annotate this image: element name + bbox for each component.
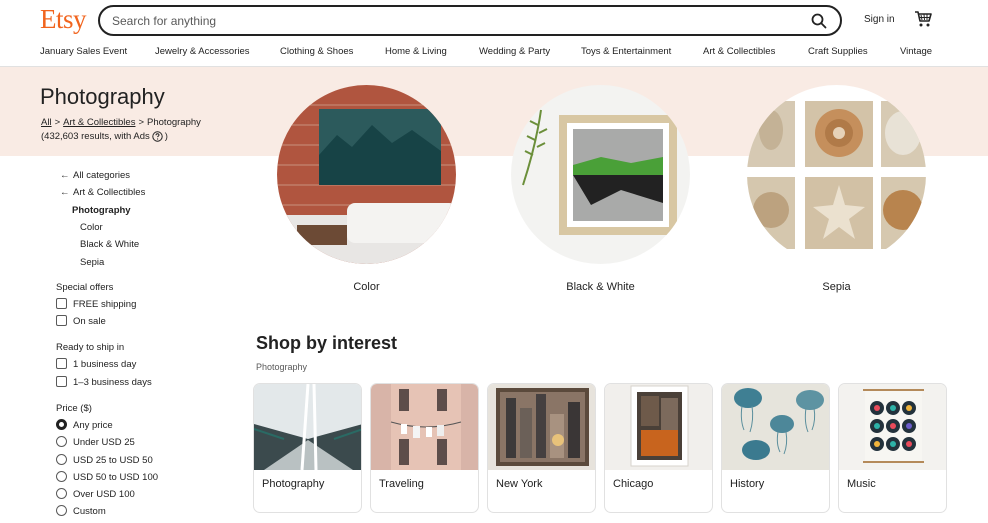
search-icon[interactable] [810, 12, 828, 30]
chicago-photo-image [605, 384, 712, 470]
interest-card-label: New York [496, 478, 543, 490]
interest-card-label: Photography [262, 478, 325, 490]
ship-1-day-checkbox[interactable] [56, 358, 67, 369]
breadcrumb-current: Photography [147, 117, 201, 128]
arrow-left-icon: ← [60, 170, 70, 181]
free-shipping-label: FREE shipping [73, 299, 137, 310]
nav-item-toys[interactable]: Toys & Entertainment [581, 46, 671, 57]
interest-card-new-york[interactable]: New York [487, 383, 596, 513]
jellyfish-photo-image [722, 384, 829, 470]
nav-item-jewelry[interactable]: Jewelry & Accessories [155, 46, 250, 57]
shopping-cart-icon[interactable] [914, 10, 932, 28]
breadcrumb-art[interactable]: Art & Collectibles [63, 117, 135, 128]
breadcrumb-all[interactable]: All [41, 117, 52, 128]
price-50-100-radio[interactable] [56, 471, 67, 482]
ready-to-ship-title: Ready to ship in [56, 342, 125, 353]
breadcrumb-separator: > [138, 117, 145, 128]
price-custom-label: Custom [73, 506, 106, 517]
interest-card-chicago[interactable]: Chicago [604, 383, 713, 513]
nav-item-wedding[interactable]: Wedding & Party [479, 46, 550, 57]
nav-item-art[interactable]: Art & Collectibles [703, 46, 775, 57]
price-any-radio[interactable] [56, 419, 67, 430]
arrow-left-icon: ← [60, 187, 70, 198]
breadcrumb: All > Art & Collectibles > Photography [41, 117, 201, 128]
price-over-100-label: Over USD 100 [73, 489, 135, 500]
shop-by-interest-title: Shop by interest [256, 333, 398, 353]
sepia-photo-image [747, 85, 926, 264]
current-category: Photography [72, 205, 131, 216]
nav-item-home[interactable]: Home & Living [385, 46, 447, 57]
question-icon[interactable] [152, 131, 163, 142]
black-white-photo-image [511, 85, 690, 264]
subcategory-color[interactable]: Color [80, 222, 103, 233]
on-sale-checkbox[interactable] [56, 315, 67, 326]
ship-1-3-days-checkbox[interactable] [56, 376, 67, 387]
price-custom-radio[interactable] [56, 505, 67, 516]
price-over-100-radio[interactable] [56, 488, 67, 499]
category-nav: January Sales Event Jewelry & Accessorie… [0, 46, 988, 66]
parent-category-link[interactable]: ← Art & Collectibles [60, 187, 145, 198]
category-label-sepia[interactable]: Sepia [747, 281, 926, 293]
category-label-black-white[interactable]: Black & White [511, 281, 690, 293]
category-circle-color[interactable] [277, 85, 456, 264]
etsy-logo[interactable]: Etsy [40, 4, 87, 35]
ship-1-3-days-label: 1–3 business days [73, 377, 152, 388]
interest-card-label: Chicago [613, 478, 654, 490]
search-input[interactable] [112, 13, 810, 28]
nav-item-vintage[interactable]: Vintage [900, 46, 932, 57]
shop-by-interest-subtitle: Photography [256, 362, 308, 372]
interest-card-label: History [730, 478, 765, 490]
color-photo-image [277, 85, 456, 264]
breadcrumb-separator: > [54, 117, 61, 128]
records-photo-image [839, 384, 946, 470]
interest-card-history[interactable]: History [721, 383, 830, 513]
new-york-photo-image [488, 384, 595, 470]
price-under-25-label: Under USD 25 [73, 437, 135, 448]
on-sale-label: On sale [73, 316, 106, 327]
special-offers-title: Special offers [56, 282, 114, 293]
free-shipping-checkbox[interactable] [56, 298, 67, 309]
category-circle-black-white[interactable] [511, 85, 690, 264]
nav-item-january-sales[interactable]: January Sales Event [40, 46, 127, 57]
all-categories-link[interactable]: ← All categories [60, 170, 130, 181]
interest-card-label: Traveling [379, 478, 424, 490]
nav-item-clothing[interactable]: Clothing & Shoes [280, 46, 353, 57]
street-photo-image [371, 384, 478, 470]
category-circle-sepia[interactable] [747, 85, 926, 264]
price-50-100-label: USD 50 to USD 100 [73, 472, 159, 483]
interest-card-label: Music [847, 478, 876, 490]
price-title: Price ($) [56, 403, 92, 414]
interest-card-traveling[interactable]: Traveling [370, 383, 479, 513]
ship-1-day-label: 1 business day [73, 359, 137, 370]
sign-in-link[interactable]: Sign in [864, 14, 895, 25]
results-text: (432,603 results, with Ads [41, 131, 150, 142]
subcategory-sepia[interactable]: Sepia [80, 257, 104, 268]
subcategory-black-white[interactable]: Black & White [80, 239, 139, 250]
page-title: Photography [40, 84, 165, 109]
bridge-photo-image [254, 384, 361, 470]
category-label-color[interactable]: Color [277, 281, 456, 293]
search-bar[interactable] [98, 5, 842, 36]
price-25-50-label: USD 25 to USD 50 [73, 455, 153, 466]
results-count: (432,603 results, with Ads ) [41, 131, 168, 142]
nav-item-craft[interactable]: Craft Supplies [808, 46, 868, 57]
price-under-25-radio[interactable] [56, 436, 67, 447]
price-any-label: Any price [73, 420, 113, 431]
interest-card-music[interactable]: Music [838, 383, 947, 513]
price-25-50-radio[interactable] [56, 454, 67, 465]
interest-card-photography[interactable]: Photography [253, 383, 362, 513]
